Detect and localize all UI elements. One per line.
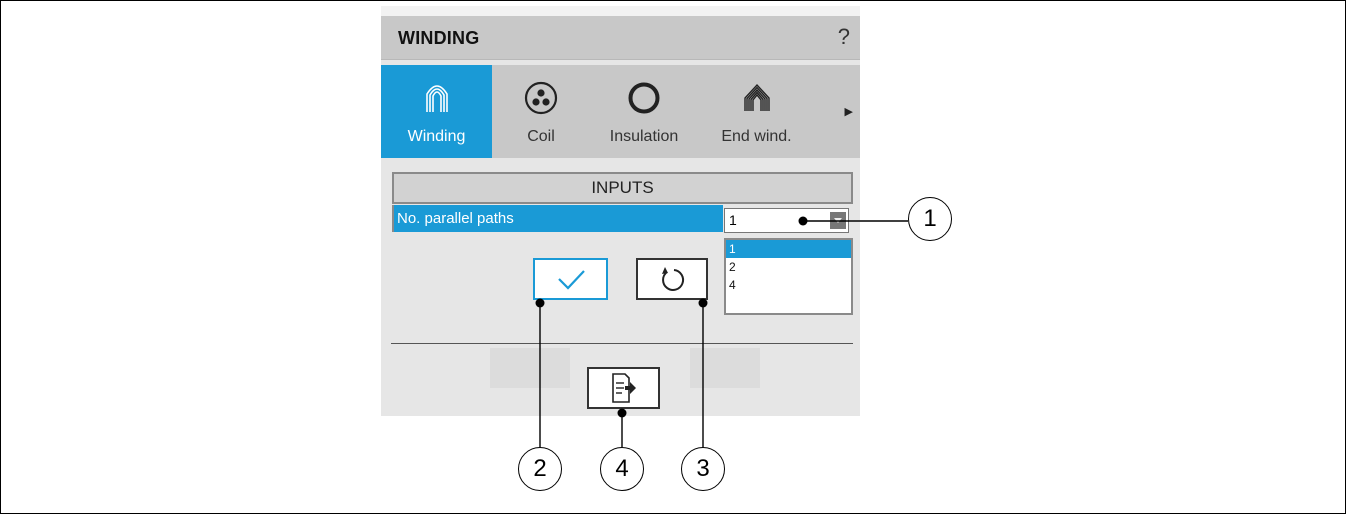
callout-leaders — [535, 216, 908, 447]
callout-4: 4 — [600, 447, 644, 491]
callout-1: 1 — [908, 197, 952, 241]
callout-2: 2 — [518, 447, 562, 491]
callout-3: 3 — [681, 447, 725, 491]
